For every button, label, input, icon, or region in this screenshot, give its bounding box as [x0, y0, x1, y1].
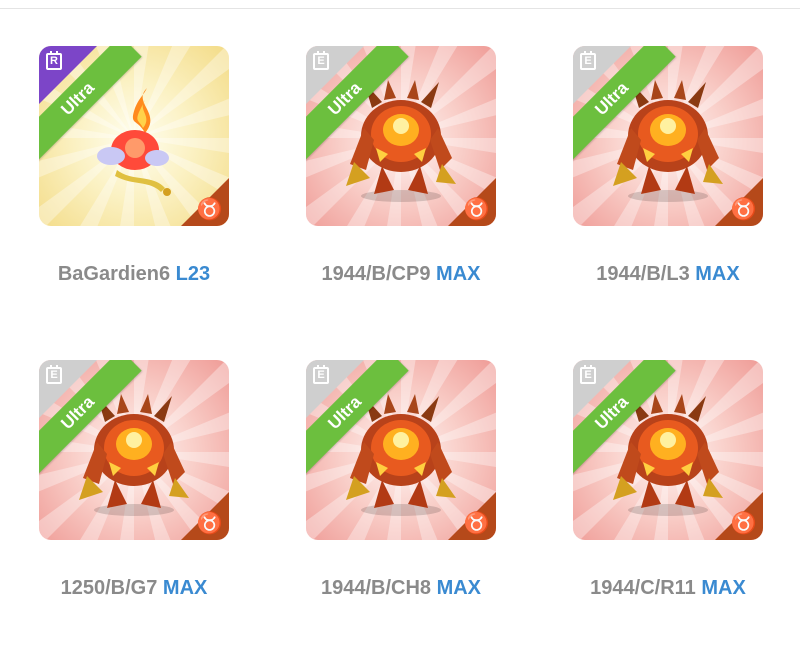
monster-caption: 1944/B/CP9 MAX	[266, 263, 536, 286]
monster-card[interactable]: E Ultra ♉ 1944/B/L3 MAX	[573, 46, 763, 296]
taurus-icon: ♉	[730, 198, 757, 221]
rarity-calendar-icon: E	[46, 365, 62, 384]
monster-caption: 1944/C/R11 MAX	[533, 577, 800, 600]
monster-caption: 1250/B/G7 MAX	[0, 577, 269, 600]
monster-caption: 1944/B/L3 MAX	[533, 263, 800, 286]
monster-level: MAX	[701, 577, 746, 599]
monster-portrait[interactable]: E Ultra ♉	[306, 46, 496, 226]
taurus-icon: ♉	[463, 512, 490, 535]
monster-level: L23	[175, 263, 211, 285]
taurus-icon: ♉	[196, 512, 223, 535]
monster-portrait[interactable]: R Ultra ♉	[39, 46, 229, 226]
taurus-icon: ♉	[730, 512, 757, 535]
taurus-icon: ♉	[463, 198, 490, 221]
monster-portrait[interactable]: E Ultra ♉	[39, 360, 229, 540]
top-divider	[0, 8, 800, 9]
rarity-calendar-icon: E	[580, 51, 596, 70]
monster-caption: BaGardien6 L23	[0, 263, 269, 286]
monster-level: MAX	[436, 263, 481, 285]
rarity-calendar-icon: E	[313, 51, 329, 70]
monster-card[interactable]: E Ultra ♉ 1944/C/R11 MAX	[573, 360, 763, 610]
monster-portrait[interactable]: E Ultra ♉	[573, 46, 763, 226]
monster-level: MAX	[695, 263, 740, 285]
rarity-calendar-icon: E	[580, 365, 596, 384]
monster-card[interactable]: E Ultra ♉ 1944/B/CH8 MAX	[306, 360, 496, 610]
monster-portrait[interactable]: E Ultra ♉	[306, 360, 496, 540]
monster-card[interactable]: R Ultra ♉ BaGardien6 L23	[39, 46, 229, 296]
monster-card[interactable]: E Ultra ♉ 1944/B/CP9 MAX	[306, 46, 496, 296]
monster-caption: 1944/B/CH8 MAX	[266, 577, 536, 600]
monster-name: 1944/C/R11	[590, 577, 696, 599]
monster-name: 1944/B/CP9	[321, 263, 431, 285]
monster-card[interactable]: E Ultra ♉ 1250/B/G7 MAX	[39, 360, 229, 610]
monster-level: MAX	[162, 577, 208, 599]
monster-level: MAX	[436, 577, 482, 599]
monster-name: BaGardien6	[57, 263, 171, 285]
monster-name: 1250/B/G7	[60, 577, 158, 599]
taurus-icon: ♉	[196, 198, 223, 221]
rarity-calendar-icon: E	[313, 365, 329, 384]
monster-name: 1944/B/CH8	[320, 577, 432, 599]
rarity-calendar-icon: R	[46, 51, 62, 70]
monster-portrait[interactable]: E Ultra ♉	[573, 360, 763, 540]
monster-name: 1944/B/L3	[596, 263, 690, 285]
